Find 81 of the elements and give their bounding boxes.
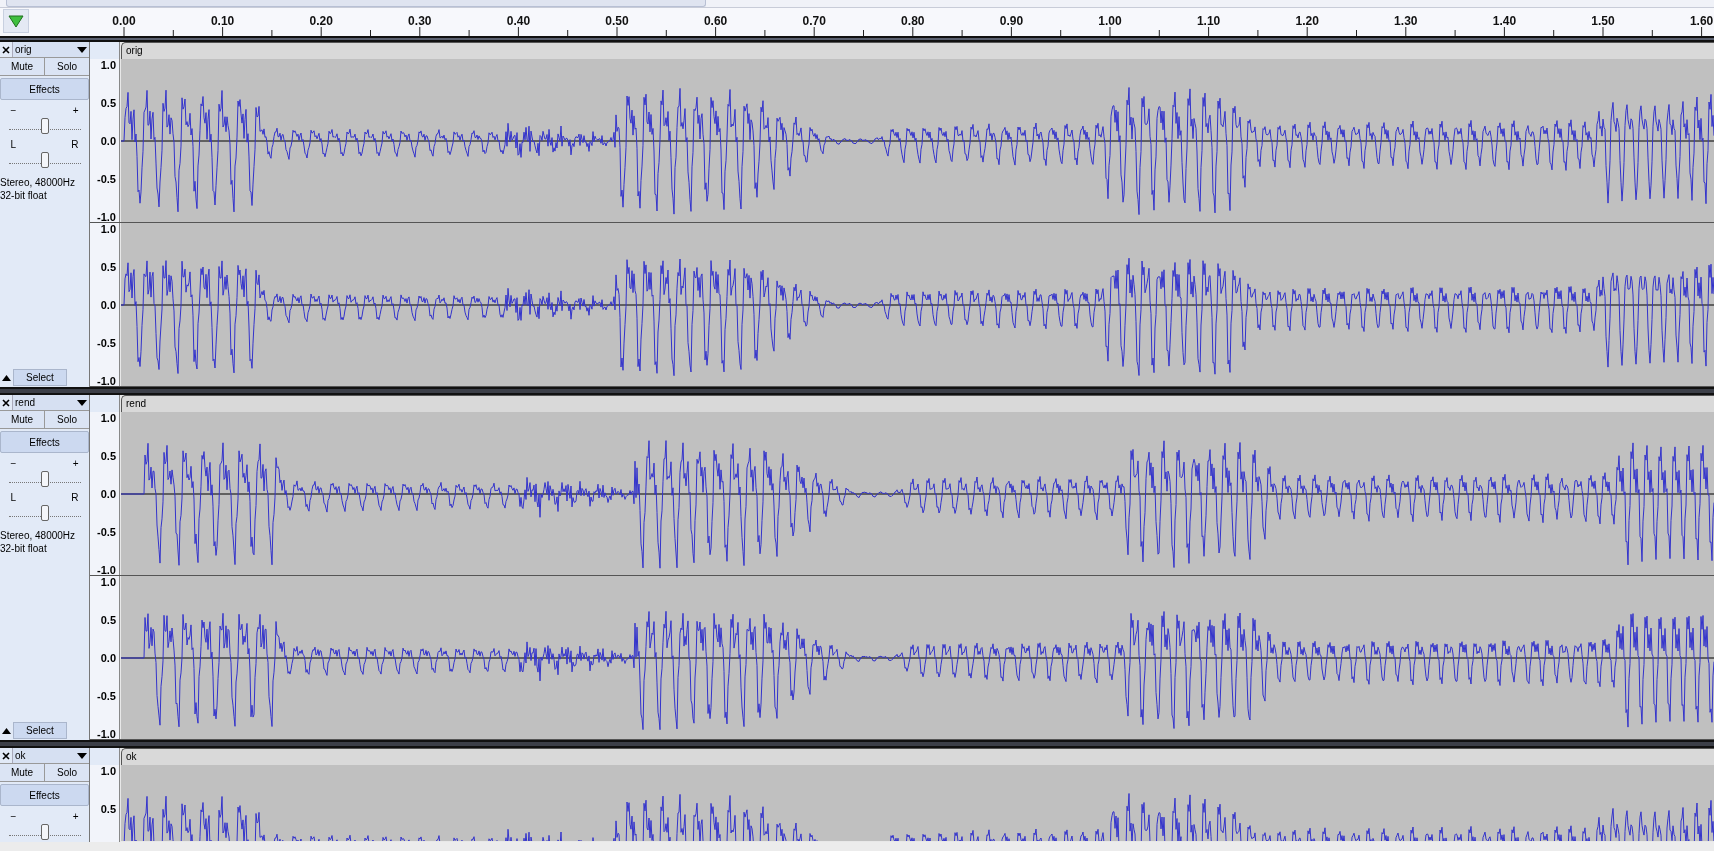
solo-button[interactable]: Solo [45, 58, 89, 75]
caret-icon [77, 399, 87, 406]
axis-label: -0.5 [97, 171, 116, 187]
ruler-label: 1.20 [1295, 13, 1319, 30]
axis-label: 0.5 [100, 448, 116, 464]
slider-label: − [10, 459, 17, 469]
slider-thumb[interactable] [40, 505, 49, 521]
clip-title-bar: rend [121, 395, 1714, 412]
clip-title-bar: ok [121, 748, 1714, 765]
axis-label: -1.0 [97, 726, 116, 740]
collapse-icon [1, 727, 11, 734]
slider-label: L [10, 140, 17, 150]
slider-thumb[interactable] [40, 118, 49, 134]
ruler-label: 1.00 [1098, 13, 1122, 30]
axis-label: 0.0 [100, 133, 116, 149]
axis-label: -0.5 [97, 335, 116, 351]
play-head-button[interactable] [3, 9, 29, 33]
track-name-menu[interactable]: orig [12, 42, 89, 57]
ruler-label: 0.70 [802, 13, 826, 30]
select-button[interactable]: Select [13, 722, 67, 739]
close-icon [2, 751, 10, 760]
slider-label: R [71, 493, 79, 503]
ruler-label: 0.10 [210, 13, 235, 30]
axis-label: 0.5 [100, 259, 116, 275]
close-icon [2, 45, 10, 54]
mute-button[interactable]: Mute [0, 58, 45, 75]
axis-label: 0.5 [100, 95, 116, 111]
effects-button[interactable]: Effects [0, 784, 89, 806]
ruler-label: 0.00 [112, 13, 136, 30]
clip-title-bar: orig [121, 42, 1714, 59]
ruler-label: 0.50 [605, 13, 629, 30]
collapse-icon [1, 374, 11, 381]
axis-label: -0.5 [97, 688, 116, 704]
ruler-label: 1.10 [1196, 13, 1221, 30]
slider-label: − [10, 106, 17, 116]
select-button[interactable]: Select [13, 369, 67, 386]
slider-label: L [10, 493, 17, 503]
axis-label: 0.0 [100, 650, 116, 666]
ruler-label: 0.80 [901, 13, 925, 30]
axis-label: 0.0 [100, 297, 116, 313]
ruler-label: 1.30 [1394, 13, 1418, 30]
track-name-menu[interactable]: rend [12, 395, 89, 410]
slider-label: R [71, 140, 79, 150]
effects-button[interactable]: Effects [0, 431, 89, 453]
ruler-label: 0.40 [506, 13, 531, 30]
axis-label: -1.0 [97, 373, 116, 387]
caret-icon [77, 752, 87, 759]
ruler-label: 0.90 [999, 13, 1024, 30]
effects-button[interactable]: Effects [0, 78, 89, 100]
slider-label: + [72, 106, 79, 116]
solo-button[interactable]: Solo [45, 764, 89, 781]
mute-button[interactable]: Mute [0, 764, 45, 781]
slider-label: + [72, 459, 79, 469]
solo-button[interactable]: Solo [45, 411, 89, 428]
track-name-menu[interactable]: ok [12, 748, 89, 763]
axis-label: 1.0 [100, 763, 116, 779]
axis-label: 0.5 [100, 612, 116, 628]
ruler-label: 0.20 [309, 13, 333, 30]
slider-thumb[interactable] [40, 152, 49, 168]
slider-label: − [10, 812, 17, 822]
track-info: 32-bit float [0, 542, 48, 555]
slider-thumb[interactable] [40, 471, 49, 487]
ruler-label: 0.30 [408, 13, 432, 30]
slider-label: + [72, 812, 79, 822]
axis-label: 0.5 [100, 801, 116, 817]
slider-thumb[interactable] [40, 824, 49, 840]
close-icon [2, 398, 10, 407]
track-info: Stereo, 48000Hz [0, 176, 77, 189]
ruler-label: 1.40 [1492, 13, 1517, 30]
caret-icon [77, 46, 87, 53]
play-triangle-icon [8, 14, 24, 28]
track-info: Stereo, 48000Hz [0, 529, 77, 542]
axis-label: -0.5 [97, 524, 116, 540]
axis-label: 1.0 [100, 410, 116, 426]
ruler-label: 1.60 [1689, 13, 1714, 30]
axis-label: 0.0 [100, 486, 116, 502]
ruler-label: 0.60 [703, 13, 728, 30]
ruler-label: 1.50 [1591, 13, 1615, 30]
axis-label: 1.0 [100, 57, 116, 73]
mute-button[interactable]: Mute [0, 411, 45, 428]
track-info: 32-bit float [0, 189, 48, 202]
